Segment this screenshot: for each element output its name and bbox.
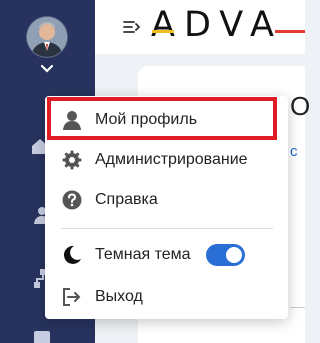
menu-item-label: Справка <box>95 191 158 208</box>
logo-accent-yellow <box>152 30 174 33</box>
help-circle-icon <box>61 189 83 211</box>
gear-icon <box>61 149 83 171</box>
document-icon[interactable] <box>33 330 51 343</box>
card-divider <box>290 307 305 308</box>
menu-item-administration[interactable]: Администрирование <box>45 141 288 179</box>
menu-item-label: Выход <box>95 288 143 305</box>
menu-item-label: Администрирование <box>95 151 248 168</box>
menu-item-profile[interactable]: Мой профиль <box>45 101 288 139</box>
card-heading: О <box>290 91 311 121</box>
logout-icon <box>61 286 83 308</box>
avatar-photo <box>27 17 67 57</box>
menu-item-label: Темная тема <box>95 246 191 263</box>
moon-icon <box>61 244 83 266</box>
menu-divider <box>61 228 273 229</box>
dark-theme-toggle[interactable] <box>206 244 245 266</box>
toggle-knob <box>226 247 242 263</box>
top-header: ADVA <box>95 0 305 54</box>
app-logo: ADVA <box>151 5 283 45</box>
card-link[interactable]: с <box>290 143 298 160</box>
chevron-down-icon[interactable] <box>40 64 54 74</box>
logo-accent-red <box>275 30 305 33</box>
user-icon <box>61 109 83 131</box>
menu-item-label: Мой профиль <box>95 111 198 128</box>
menu-item-dark-theme[interactable]: Темная тема <box>45 236 288 274</box>
menu-collapse-icon[interactable] <box>123 19 141 35</box>
menu-item-help[interactable]: Справка <box>45 181 288 219</box>
user-avatar[interactable] <box>27 17 67 57</box>
menu-item-logout[interactable]: Выход <box>45 278 288 316</box>
user-dropdown-menu: Мой профиль Администрирование Справка Те… <box>45 96 288 319</box>
